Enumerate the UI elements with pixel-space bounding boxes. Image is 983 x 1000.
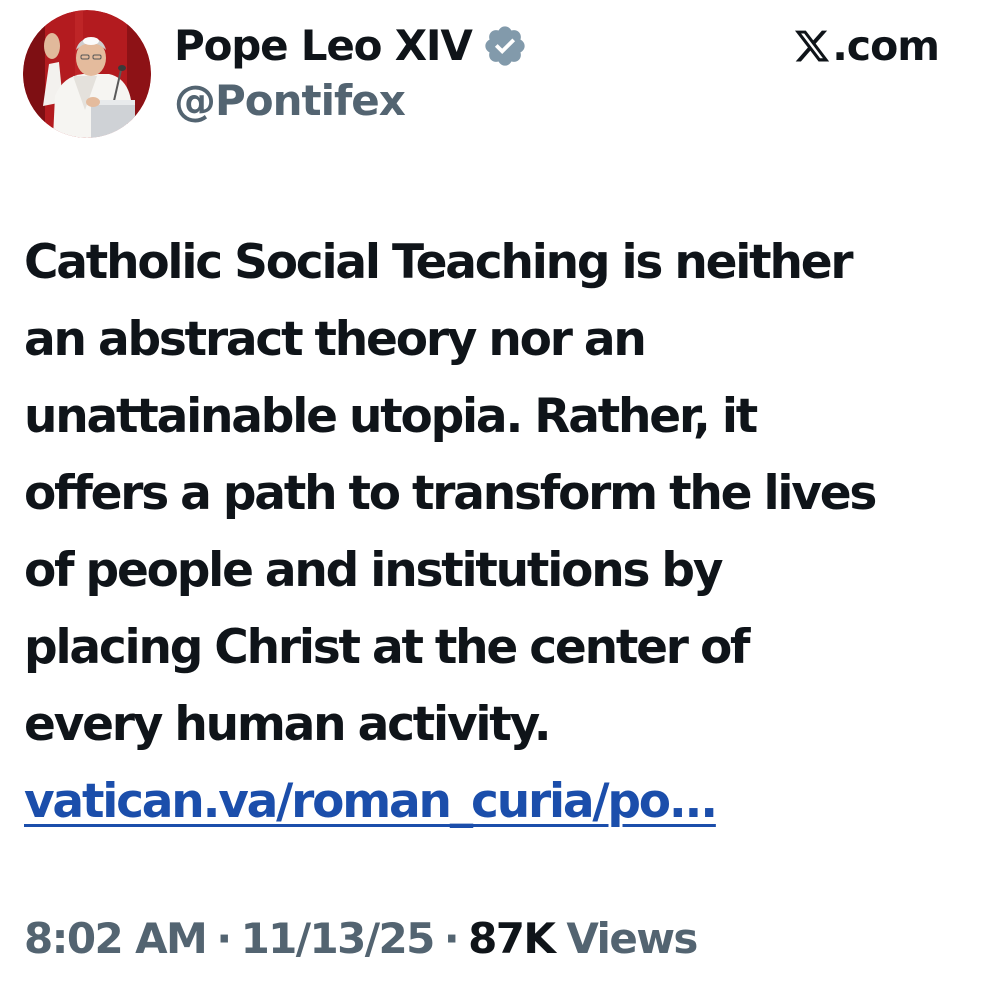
tweet-text-line: Catholic Social Teaching is neither [24,235,854,290]
author-display-name[interactable]: Pope Leo XIV [174,25,473,67]
platform-brand: .com [793,18,940,74]
author-handle[interactable]: @Pontifex [174,80,406,122]
views-count[interactable]: 87K [468,914,556,963]
platform-domain: .com [832,21,940,70]
tweet-date[interactable]: 11/13/25 [241,914,436,963]
tweet-meta: 8:02 AM · 11/13/25 · 87K Views [24,908,698,968]
tweet-text: Catholic Social Teaching is neither an a… [24,224,969,840]
meta-separator: · [216,913,232,963]
tweet-text-line: of people and institutions by [24,543,723,598]
tweet-link[interactable]: vatican.va/roman_curia/po... [24,763,969,840]
tweet-header: Pope Leo XIV @Pontifex .com [0,0,983,150]
tweet-text-line: unattainable utopia. Rather, it [24,389,758,444]
meta-separator: · [443,913,460,963]
tweet-text-line: every human activity. [24,697,552,752]
tweet-text-line: offers a path to transform the lives [24,466,877,521]
tweet-text-line: an abstract theory nor an [24,312,647,367]
tweet-text-line: placing Christ at the center of [24,620,750,675]
avatar[interactable] [23,10,151,138]
author-name-row: Pope Leo XIV [174,16,528,76]
tweet-time[interactable]: 8:02 AM [24,914,208,963]
verified-badge-icon [485,26,525,66]
views-label: Views [566,913,698,963]
x-logo-icon [795,30,830,62]
